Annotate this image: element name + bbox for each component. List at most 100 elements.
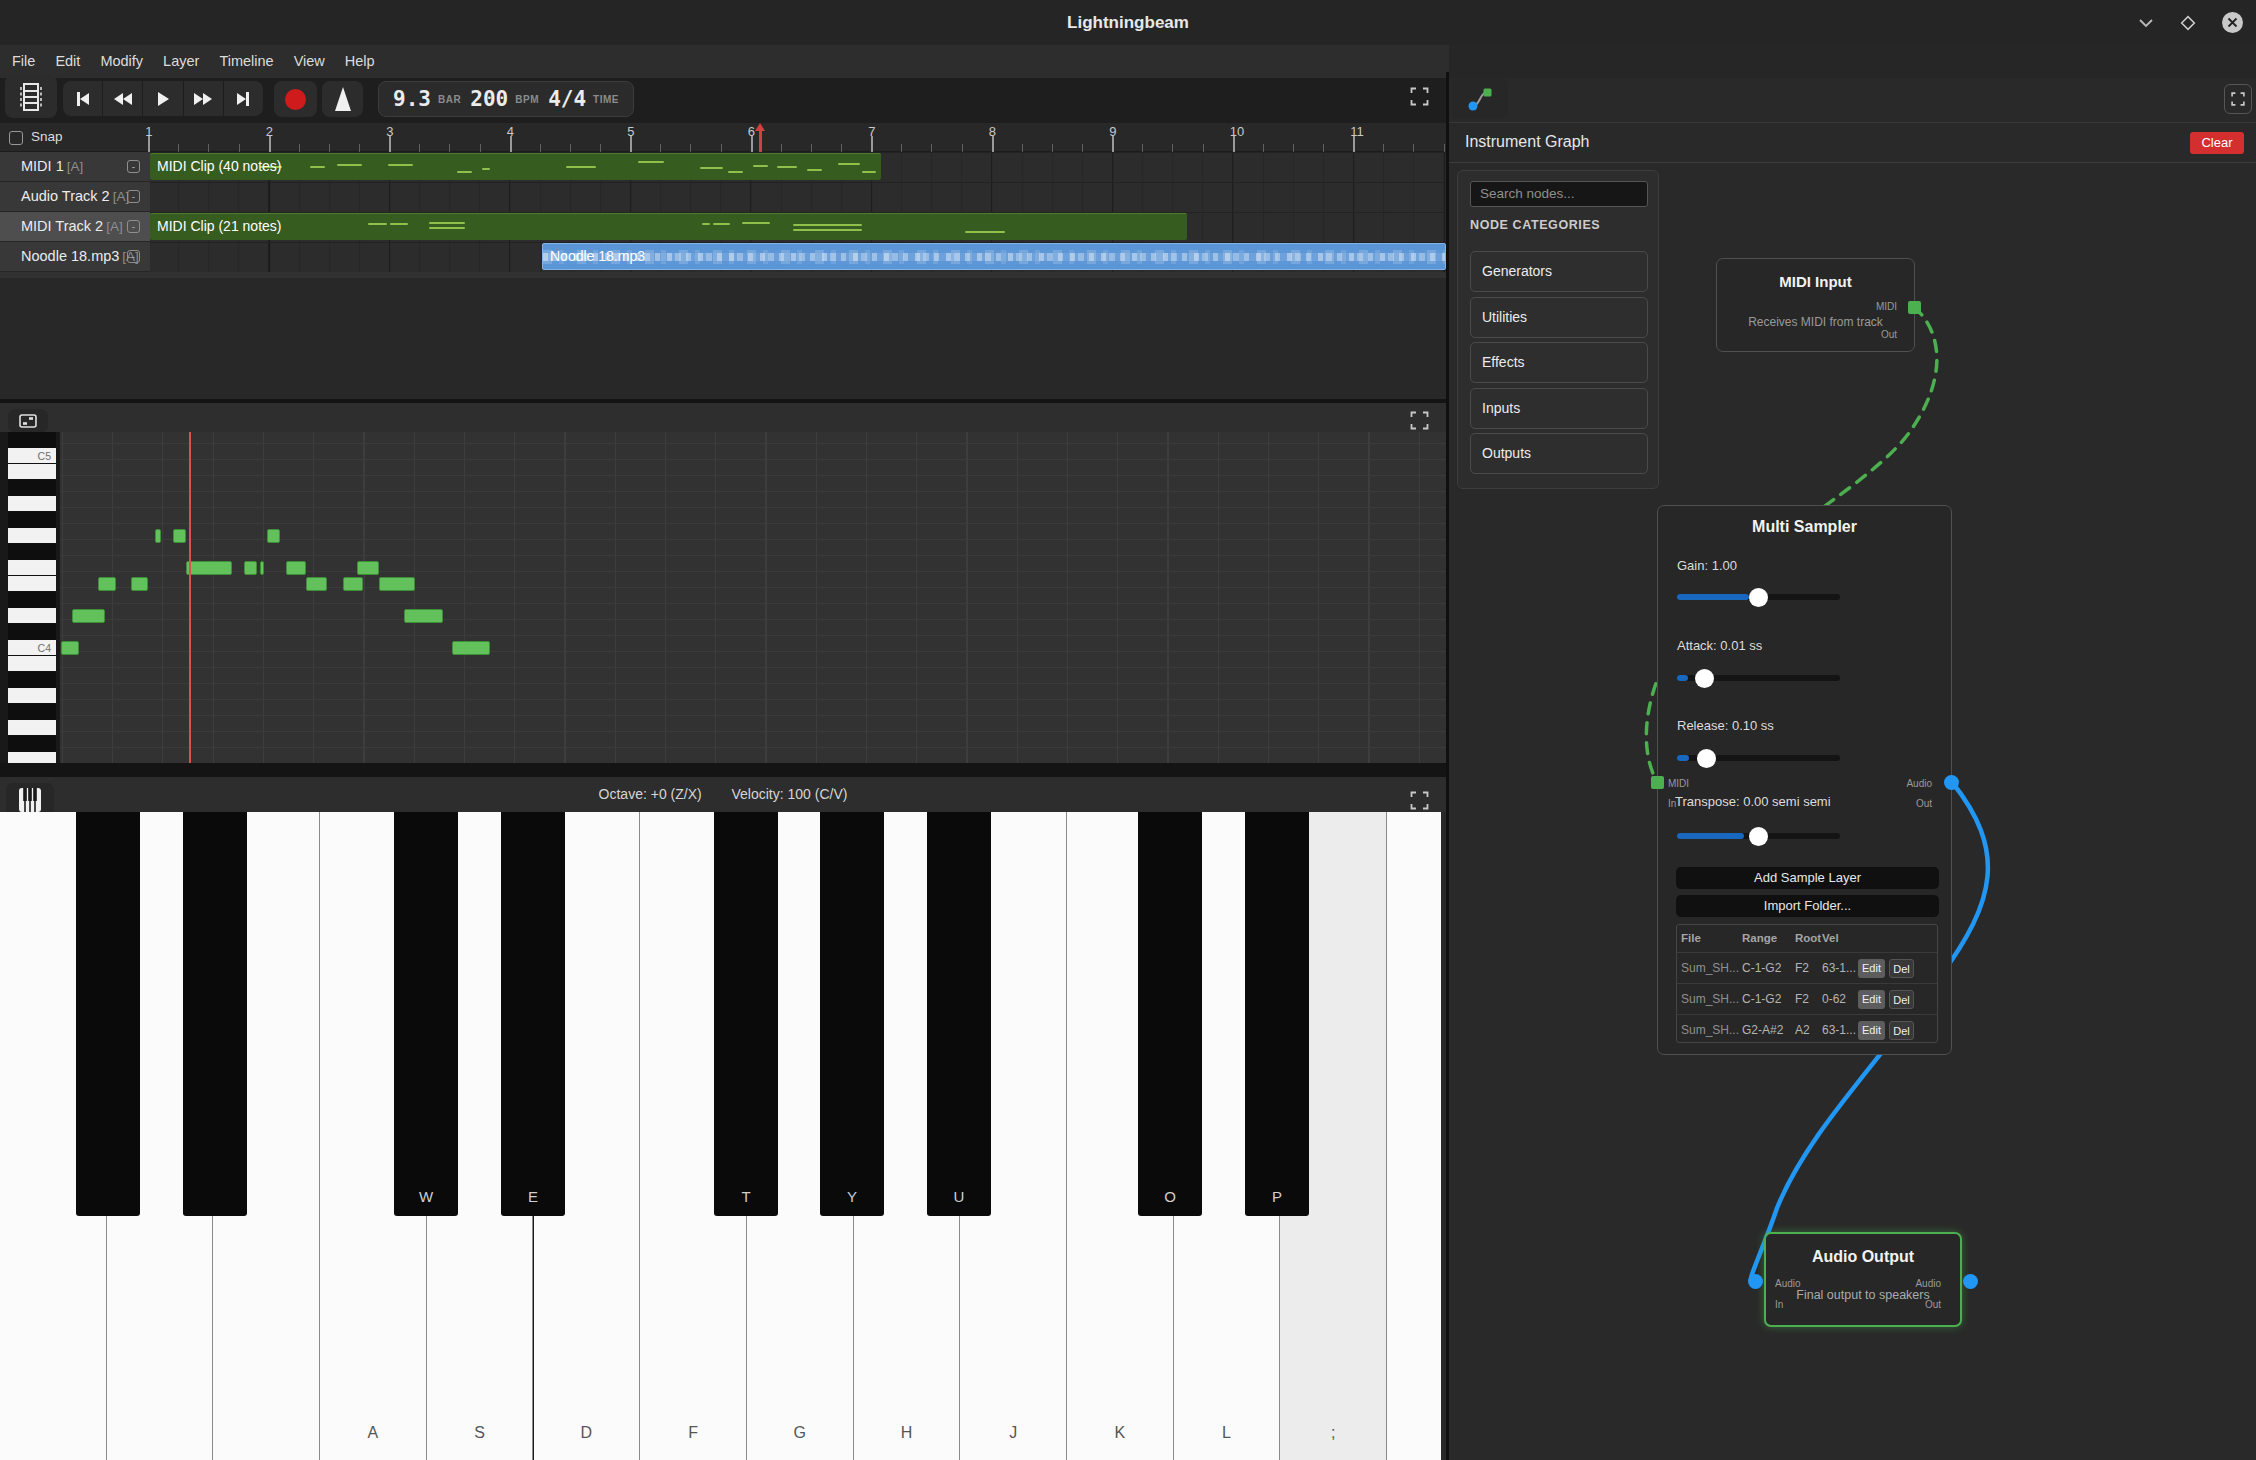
del-button[interactable]: Del bbox=[1889, 990, 1914, 1009]
menu-timeline[interactable]: Timeline bbox=[209, 45, 283, 78]
menu-view[interactable]: View bbox=[284, 45, 335, 78]
graph-fullscreen-icon[interactable] bbox=[2224, 84, 2252, 114]
clear-button[interactable]: Clear bbox=[2190, 132, 2244, 154]
slider-handle[interactable] bbox=[1695, 669, 1714, 688]
category-inputs[interactable]: Inputs bbox=[1470, 388, 1648, 429]
bpm-value[interactable]: 200 bbox=[470, 87, 508, 111]
piano-roll-view-button[interactable] bbox=[8, 409, 48, 433]
track-checkbox[interactable]: - bbox=[127, 190, 140, 203]
category-effects[interactable]: Effects bbox=[1470, 342, 1648, 383]
search-input[interactable]: Search nodes... bbox=[1470, 181, 1648, 207]
midi-note[interactable] bbox=[186, 561, 232, 575]
menu-edit[interactable]: Edit bbox=[45, 45, 90, 78]
track-header[interactable]: MIDI Track 2[A]- bbox=[0, 212, 150, 242]
timeline-scrollbar[interactable] bbox=[0, 272, 1446, 278]
midi-note[interactable] bbox=[306, 577, 327, 591]
piano-roll-white-key[interactable] bbox=[8, 656, 56, 672]
timesig-value[interactable]: 4/4 bbox=[548, 87, 586, 111]
menu-modify[interactable]: Modify bbox=[90, 45, 153, 78]
menu-layer[interactable]: Layer bbox=[153, 45, 209, 78]
menu-help[interactable]: Help bbox=[335, 45, 385, 78]
midi-input-out-port[interactable] bbox=[1908, 301, 1921, 314]
del-button[interactable]: Del bbox=[1889, 1021, 1914, 1040]
skip-start-button[interactable] bbox=[63, 81, 103, 116]
midi-note[interactable] bbox=[357, 561, 379, 575]
piano-roll-white-key[interactable] bbox=[8, 496, 56, 512]
black-key[interactable]: O bbox=[1138, 812, 1202, 1216]
white-key[interactable] bbox=[1387, 812, 1441, 1460]
film-button[interactable] bbox=[5, 75, 57, 118]
track-header[interactable]: MIDI 1[A]- bbox=[0, 152, 150, 182]
timeline-fullscreen-icon[interactable] bbox=[1404, 81, 1434, 111]
midi-note[interactable] bbox=[72, 609, 105, 623]
midi-note[interactable] bbox=[131, 577, 148, 591]
track-checkbox[interactable]: - bbox=[127, 220, 140, 233]
piano-roll-black-key[interactable] bbox=[8, 704, 56, 720]
bar-value[interactable]: 9.3 bbox=[393, 87, 431, 111]
add-sample-layer-button[interactable]: Add Sample Layer bbox=[1676, 867, 1939, 889]
track-checkbox[interactable]: - bbox=[127, 250, 140, 263]
piano-roll-white-key[interactable]: C4 bbox=[8, 640, 56, 656]
close-icon[interactable] bbox=[2221, 11, 2244, 34]
audio-output-in-port[interactable] bbox=[1748, 1274, 1763, 1289]
edit-button[interactable]: Edit bbox=[1858, 1021, 1885, 1040]
keyboard-fullscreen-icon[interactable] bbox=[1404, 785, 1434, 815]
track-header[interactable]: Audio Track 2[A]- bbox=[0, 182, 150, 212]
slider-handle[interactable] bbox=[1749, 827, 1768, 846]
black-key[interactable]: T bbox=[714, 812, 778, 1216]
piano-roll-white-key[interactable]: C5 bbox=[8, 448, 56, 464]
piano-roll[interactable]: C5 C4 bbox=[0, 432, 1446, 763]
piano-roll-black-key[interactable] bbox=[8, 736, 56, 752]
piano-roll-white-key[interactable] bbox=[8, 720, 56, 736]
timeline-ruler[interactable]: Snap 1234567891011 bbox=[0, 123, 1446, 152]
menu-file[interactable]: File bbox=[2, 45, 45, 78]
piano-roll-grid[interactable] bbox=[60, 432, 1446, 763]
sampler-midi-in-port[interactable] bbox=[1651, 776, 1664, 789]
slider-2[interactable] bbox=[1677, 755, 1840, 761]
skip-end-button[interactable] bbox=[224, 81, 263, 116]
snap-checkbox[interactable] bbox=[9, 131, 23, 145]
maximize-icon[interactable] bbox=[2179, 14, 2197, 32]
midi-input-node[interactable]: MIDI Input Receives MIDI from track MIDI… bbox=[1716, 258, 1915, 352]
rewind-button[interactable] bbox=[103, 81, 143, 116]
black-key[interactable]: E bbox=[501, 812, 565, 1216]
edit-button[interactable]: Edit bbox=[1858, 959, 1885, 978]
audio-output-out-port[interactable] bbox=[1963, 1274, 1978, 1289]
midi-note[interactable] bbox=[173, 529, 186, 543]
black-key[interactable] bbox=[183, 812, 247, 1216]
midi-note[interactable] bbox=[267, 529, 280, 543]
midi-note[interactable] bbox=[452, 641, 490, 655]
piano-roll-black-key[interactable] bbox=[8, 624, 56, 640]
midi-note[interactable] bbox=[286, 561, 306, 575]
piano-roll-white-key[interactable] bbox=[8, 464, 56, 480]
midi-note[interactable] bbox=[61, 641, 79, 655]
piano-roll-white-key[interactable] bbox=[8, 608, 56, 624]
piano-roll-white-key[interactable] bbox=[8, 560, 56, 576]
track-lane-area[interactable]: MIDI Clip (40 notes)MIDI Clip (21 notes)… bbox=[150, 152, 1446, 272]
piano-roll-white-key[interactable] bbox=[8, 528, 56, 544]
black-key[interactable]: W bbox=[394, 812, 458, 1216]
midi-note[interactable] bbox=[343, 577, 363, 591]
piano-roll-playhead[interactable] bbox=[189, 432, 191, 763]
slider-1[interactable] bbox=[1677, 675, 1840, 681]
midi-note[interactable] bbox=[98, 577, 116, 591]
midi-note[interactable] bbox=[260, 561, 264, 575]
track-header[interactable]: Noodle 18.mp3[A]- bbox=[0, 242, 150, 272]
piano-roll-white-key[interactable] bbox=[8, 688, 56, 704]
import-folder-button[interactable]: Import Folder... bbox=[1676, 895, 1939, 917]
category-generators[interactable]: Generators bbox=[1470, 251, 1648, 292]
midi-note[interactable] bbox=[404, 609, 443, 623]
piano-roll-black-key[interactable] bbox=[8, 544, 56, 560]
del-button[interactable]: Del bbox=[1889, 959, 1914, 978]
slider-handle[interactable] bbox=[1697, 749, 1716, 768]
edit-button[interactable]: Edit bbox=[1858, 990, 1885, 1009]
audio-output-node[interactable]: Audio Output Final output to speakers Au… bbox=[1764, 1232, 1962, 1327]
piano-roll-fullscreen-icon[interactable] bbox=[1404, 405, 1434, 435]
black-key[interactable]: U bbox=[927, 812, 991, 1216]
piano-roll-black-key[interactable] bbox=[8, 592, 56, 608]
slider-0[interactable] bbox=[1677, 594, 1840, 600]
slider-3[interactable] bbox=[1677, 833, 1840, 839]
black-key[interactable]: Y bbox=[820, 812, 884, 1216]
black-key[interactable]: P bbox=[1245, 812, 1309, 1216]
piano-roll-black-key[interactable] bbox=[8, 432, 56, 448]
